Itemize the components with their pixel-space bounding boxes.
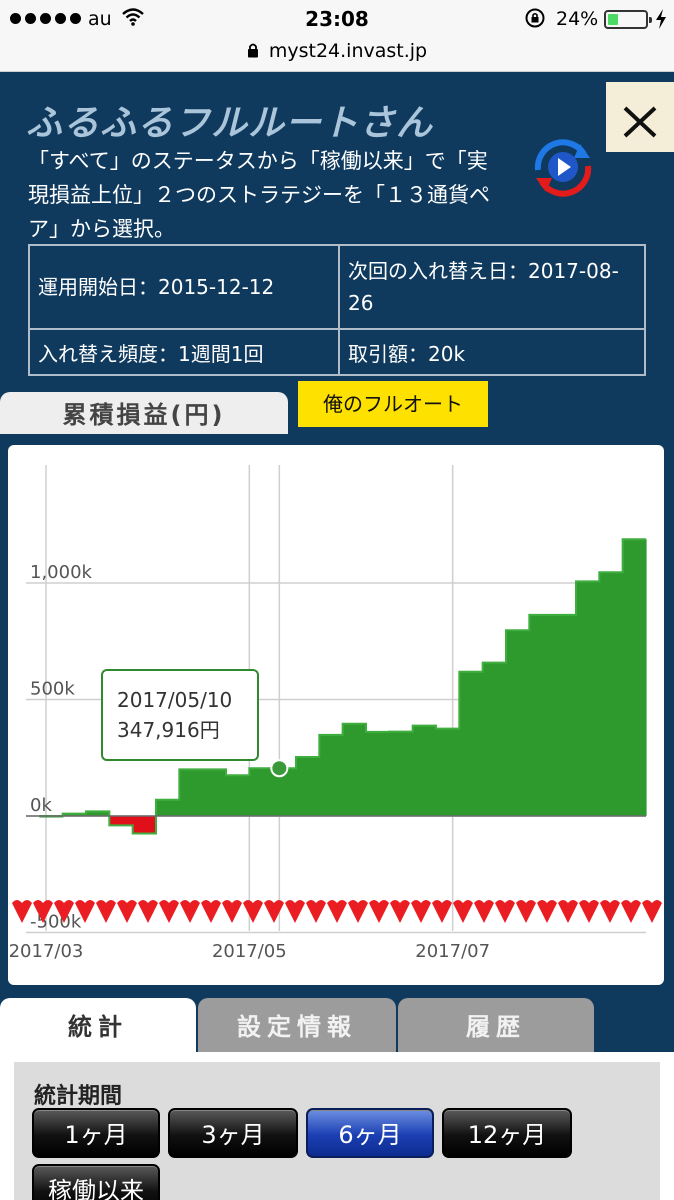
tab-settings[interactable]: 設定情報 bbox=[198, 998, 396, 1054]
chart-area-step bbox=[459, 671, 484, 816]
chart-area-step bbox=[366, 731, 390, 816]
chart-marker[interactable] bbox=[264, 900, 284, 923]
chart-highlight-point bbox=[270, 759, 289, 778]
chart-marker[interactable] bbox=[348, 900, 368, 923]
chart-marker[interactable] bbox=[306, 900, 326, 923]
padlock-icon bbox=[247, 43, 258, 58]
chart-tooltip: 2017/05/10 347,916円 bbox=[101, 669, 259, 761]
chart-marker[interactable] bbox=[159, 900, 179, 923]
chart-area-step bbox=[342, 723, 367, 816]
chart-marker[interactable] bbox=[138, 900, 158, 923]
battery-percent: 24% bbox=[556, 8, 599, 30]
page-title: ふるふるフルルートさん bbox=[26, 103, 434, 144]
battery-icon bbox=[604, 10, 652, 29]
chart-area-step bbox=[436, 728, 460, 816]
strategy-description: 「すべて」のステータスから「稼働以来」で「実現損益上位」２つのストラテジーを「１… bbox=[28, 149, 490, 241]
chart-marker[interactable] bbox=[96, 900, 116, 923]
chart-area-step bbox=[132, 816, 157, 834]
chart-marker[interactable] bbox=[12, 900, 32, 923]
chart-area-step bbox=[249, 768, 274, 816]
chart-marker[interactable] bbox=[642, 900, 662, 923]
chart-marker[interactable] bbox=[201, 900, 221, 923]
play-rotate-icon[interactable] bbox=[528, 136, 598, 198]
chart-area-step bbox=[226, 775, 250, 816]
tab-my-full-auto[interactable]: 俺のフルオート bbox=[298, 381, 488, 427]
close-icon bbox=[623, 106, 657, 138]
tab-cumulative-pnl[interactable]: 累積損益(円) bbox=[0, 392, 288, 434]
period-3-month-button[interactable]: 3ヶ月 bbox=[168, 1108, 298, 1158]
rotation-lock-icon bbox=[525, 8, 545, 28]
period-1-month-button[interactable]: 1ヶ月 bbox=[32, 1108, 160, 1158]
chart-marker[interactable] bbox=[474, 900, 494, 923]
chart-x-tick-label: 2017/07 bbox=[415, 941, 490, 962]
chart-marker[interactable] bbox=[495, 900, 515, 923]
chart-marker[interactable] bbox=[558, 900, 578, 923]
chart-area-step bbox=[412, 725, 437, 816]
strategy-header: ふるふるフルルートさん 「すべて」のステータスから「稼働以来」で「実現損益上位」… bbox=[0, 72, 674, 432]
stats-panel: 統計期間 1ヶ月 3ヶ月 6ヶ月 12ヶ月 稼働以来 bbox=[14, 1062, 660, 1200]
chart-marker[interactable] bbox=[579, 900, 599, 923]
strategy-info-table: 運用開始日：2015-12-12 次回の入れ替え日：2017-08-26 入れ替… bbox=[28, 244, 646, 376]
chart-marker[interactable] bbox=[327, 900, 347, 923]
period-since-inception-button[interactable]: 稼働以来 bbox=[32, 1164, 160, 1200]
chart-marker[interactable] bbox=[600, 900, 620, 923]
chart-area-step bbox=[482, 662, 507, 816]
chart-area-step bbox=[319, 734, 344, 816]
swap-frequency-cell: 入れ替え頻度：1週間1回 bbox=[28, 328, 340, 376]
page-root: au 23:08 24% myst24.invast.jp ふるふるフルルートさ… bbox=[0, 0, 674, 1200]
close-button[interactable] bbox=[606, 82, 674, 152]
chart-area-step bbox=[552, 614, 577, 816]
charging-icon bbox=[656, 9, 666, 29]
chart-marker[interactable] bbox=[432, 900, 452, 923]
status-bar: au 23:08 24% bbox=[0, 0, 674, 40]
url-text: myst24.invast.jp bbox=[268, 40, 428, 62]
stats-area: 統計期間 1ヶ月 3ヶ月 6ヶ月 12ヶ月 稼働以来 bbox=[0, 1052, 674, 1200]
chart-x-tick-label: 2017/05 bbox=[212, 941, 287, 962]
chart-area-step bbox=[296, 757, 320, 816]
period-6-month-button[interactable]: 6ヶ月 bbox=[306, 1108, 434, 1158]
chart-area-step bbox=[576, 581, 600, 816]
chart-area-step bbox=[179, 769, 204, 816]
chart-area-step bbox=[529, 614, 554, 816]
start-date-cell: 運用開始日：2015-12-12 bbox=[28, 244, 340, 330]
chart-marker[interactable] bbox=[411, 900, 431, 923]
chart-marker[interactable] bbox=[537, 900, 557, 923]
chart-y-tick-label: 0k bbox=[30, 795, 52, 816]
period-12-month-button[interactable]: 12ヶ月 bbox=[442, 1108, 572, 1158]
chart-area-step bbox=[622, 539, 647, 816]
chart-marker[interactable] bbox=[180, 900, 200, 923]
chart-area-step bbox=[599, 572, 624, 816]
chart-marker[interactable] bbox=[243, 900, 263, 923]
address-bar[interactable]: myst24.invast.jp bbox=[0, 40, 674, 72]
chart-area-step bbox=[202, 769, 227, 816]
chart-marker[interactable] bbox=[222, 900, 242, 923]
bottom-tabs: 統計 設定情報 履歴 bbox=[0, 998, 674, 1054]
chart-marker[interactable] bbox=[285, 900, 305, 923]
chart-area-step bbox=[109, 816, 134, 826]
tab-stats[interactable]: 統計 bbox=[0, 998, 196, 1054]
chart-marker[interactable] bbox=[621, 900, 641, 923]
next-swap-date-cell: 次回の入れ替え日：2017-08-26 bbox=[338, 244, 646, 330]
stats-period-label: 統計期間 bbox=[34, 1084, 123, 1109]
chart-marker-band bbox=[12, 900, 662, 923]
chart-area-step bbox=[389, 731, 414, 816]
chart-y-tick-label: 500k bbox=[30, 679, 75, 700]
chart-y-tick-label: 1,000k bbox=[30, 562, 93, 583]
trade-amount-cell: 取引額：20k bbox=[338, 328, 646, 376]
tooltip-value: 347,916円 bbox=[117, 718, 220, 742]
tab-history[interactable]: 履歴 bbox=[398, 998, 594, 1054]
chart-area-step bbox=[506, 630, 530, 816]
chart-marker[interactable] bbox=[369, 900, 389, 923]
chart-marker[interactable] bbox=[453, 900, 473, 923]
chart-marker[interactable] bbox=[516, 900, 536, 923]
chart-x-tick-label: 2017/03 bbox=[9, 941, 84, 962]
chart-y-tick-label: -500k bbox=[30, 912, 82, 933]
chart-area-step bbox=[156, 799, 180, 816]
chart-marker[interactable] bbox=[117, 900, 137, 923]
chart-marker[interactable] bbox=[390, 900, 410, 923]
tooltip-date: 2017/05/10 bbox=[117, 688, 233, 712]
